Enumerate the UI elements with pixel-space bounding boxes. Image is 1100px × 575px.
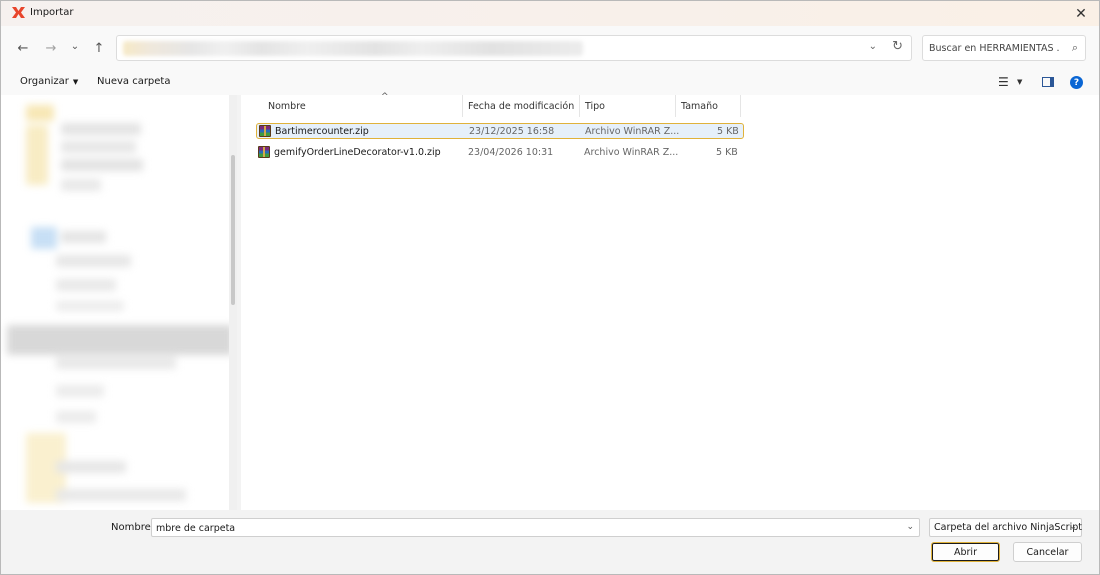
winrar-archive-icon	[259, 125, 271, 137]
command-bar: Organizar ▼ Nueva carpeta ☰ ▼ ?	[1, 70, 1099, 95]
chevron-down-icon[interactable]: ⌄	[1069, 522, 1077, 532]
winrar-archive-icon	[258, 146, 270, 158]
preview-pane-icon[interactable]	[1042, 77, 1054, 87]
caret-down-icon: ▼	[72, 78, 79, 86]
file-type: Archivo WinRAR Z...	[585, 126, 680, 137]
search-input[interactable]	[929, 41, 1059, 56]
chevron-down-icon: ⌄	[70, 40, 80, 52]
column-type[interactable]: Tipo	[580, 95, 676, 117]
back-button[interactable]: ←	[14, 39, 32, 57]
file-size: 5 KB	[716, 147, 738, 158]
column-size[interactable]: Tamaño	[676, 95, 741, 117]
navigation-bar: ← → ⌄ ↑ ⌄ ↻ ⌕	[1, 26, 1099, 70]
close-icon: ✕	[1075, 5, 1087, 22]
open-button[interactable]: Abrir	[931, 542, 1000, 562]
arrow-right-icon: →	[45, 40, 57, 56]
organize-button[interactable]: Organizar ▼	[20, 76, 78, 87]
file-name-combobox[interactable]: ⌄	[151, 518, 920, 537]
file-type: Archivo WinRAR Z...	[584, 147, 679, 158]
column-name[interactable]: Nombre ^	[263, 92, 463, 117]
organize-label: Organizar	[20, 76, 69, 87]
file-type-filter[interactable]: Carpeta del archivo NinjaScript ⌄	[929, 518, 1082, 537]
search-box[interactable]: ⌕	[922, 35, 1086, 61]
chevron-down-icon[interactable]: ⌄	[906, 522, 914, 532]
column-date[interactable]: Fecha de modificación	[463, 95, 580, 117]
cancel-button[interactable]: Cancelar	[1013, 542, 1082, 562]
caret-down-icon[interactable]: ▼	[1017, 78, 1022, 86]
scrollbar-thumb[interactable]	[231, 155, 235, 305]
file-list[interactable]: Nombre ^ Fecha de modificación Tipo Tama…	[241, 92, 1099, 510]
view-options-icon[interactable]: ☰	[998, 75, 1009, 89]
sort-ascending-icon: ^	[381, 92, 389, 102]
recent-locations-button[interactable]: ⌄	[66, 37, 84, 55]
help-icon[interactable]: ?	[1070, 76, 1083, 89]
file-name: Bartimercounter.zip	[275, 126, 369, 137]
chevron-down-icon[interactable]: ⌄	[869, 41, 877, 52]
app-logo-icon	[12, 7, 25, 18]
file-size: 5 KB	[717, 126, 739, 137]
navigation-pane[interactable]	[1, 95, 237, 510]
forward-button[interactable]: →	[42, 39, 60, 57]
import-dialog: Importar ✕ ← → ⌄ ↑ ⌄ ↻ ⌕ Organizar▼	[0, 0, 1100, 575]
column-header: Nombre ^ Fecha de modificación Tipo Tama…	[241, 92, 1099, 117]
arrow-left-icon: ←	[17, 40, 29, 56]
file-row[interactable]: gemifyOrderLineDecorator-v1.0.zip 23/04/…	[256, 145, 744, 161]
address-bar[interactable]: ⌄ ↻	[116, 35, 912, 61]
file-date: 23/12/2025 16:58	[469, 126, 555, 137]
title-bar: Importar ✕	[1, 1, 1099, 26]
search-icon[interactable]: ⌕	[1072, 41, 1078, 55]
arrow-up-icon: ↑	[93, 40, 105, 56]
up-button[interactable]: ↑	[90, 39, 108, 57]
file-name-label: Nombre:	[111, 522, 155, 533]
address-path-redacted	[123, 41, 583, 56]
file-row[interactable]: Bartimercounter.zip 23/12/2025 16:58 Arc…	[256, 123, 744, 139]
close-button[interactable]: ✕	[1063, 1, 1099, 26]
new-folder-button[interactable]: Nueva carpeta	[97, 76, 170, 87]
file-name: gemifyOrderLineDecorator-v1.0.zip	[274, 147, 441, 158]
file-type-filter-value: Carpeta del archivo NinjaScript	[934, 522, 1082, 533]
refresh-icon[interactable]: ↻	[892, 39, 903, 54]
file-date: 23/04/2026 10:31	[468, 147, 554, 158]
navigation-pane-redacted	[1, 95, 237, 510]
dialog-footer: Nombre: ⌄ Carpeta del archivo NinjaScrip…	[1, 510, 1099, 574]
window-title: Importar	[30, 7, 74, 18]
file-name-input[interactable]	[156, 521, 896, 535]
column-name-label: Nombre	[268, 101, 306, 112]
